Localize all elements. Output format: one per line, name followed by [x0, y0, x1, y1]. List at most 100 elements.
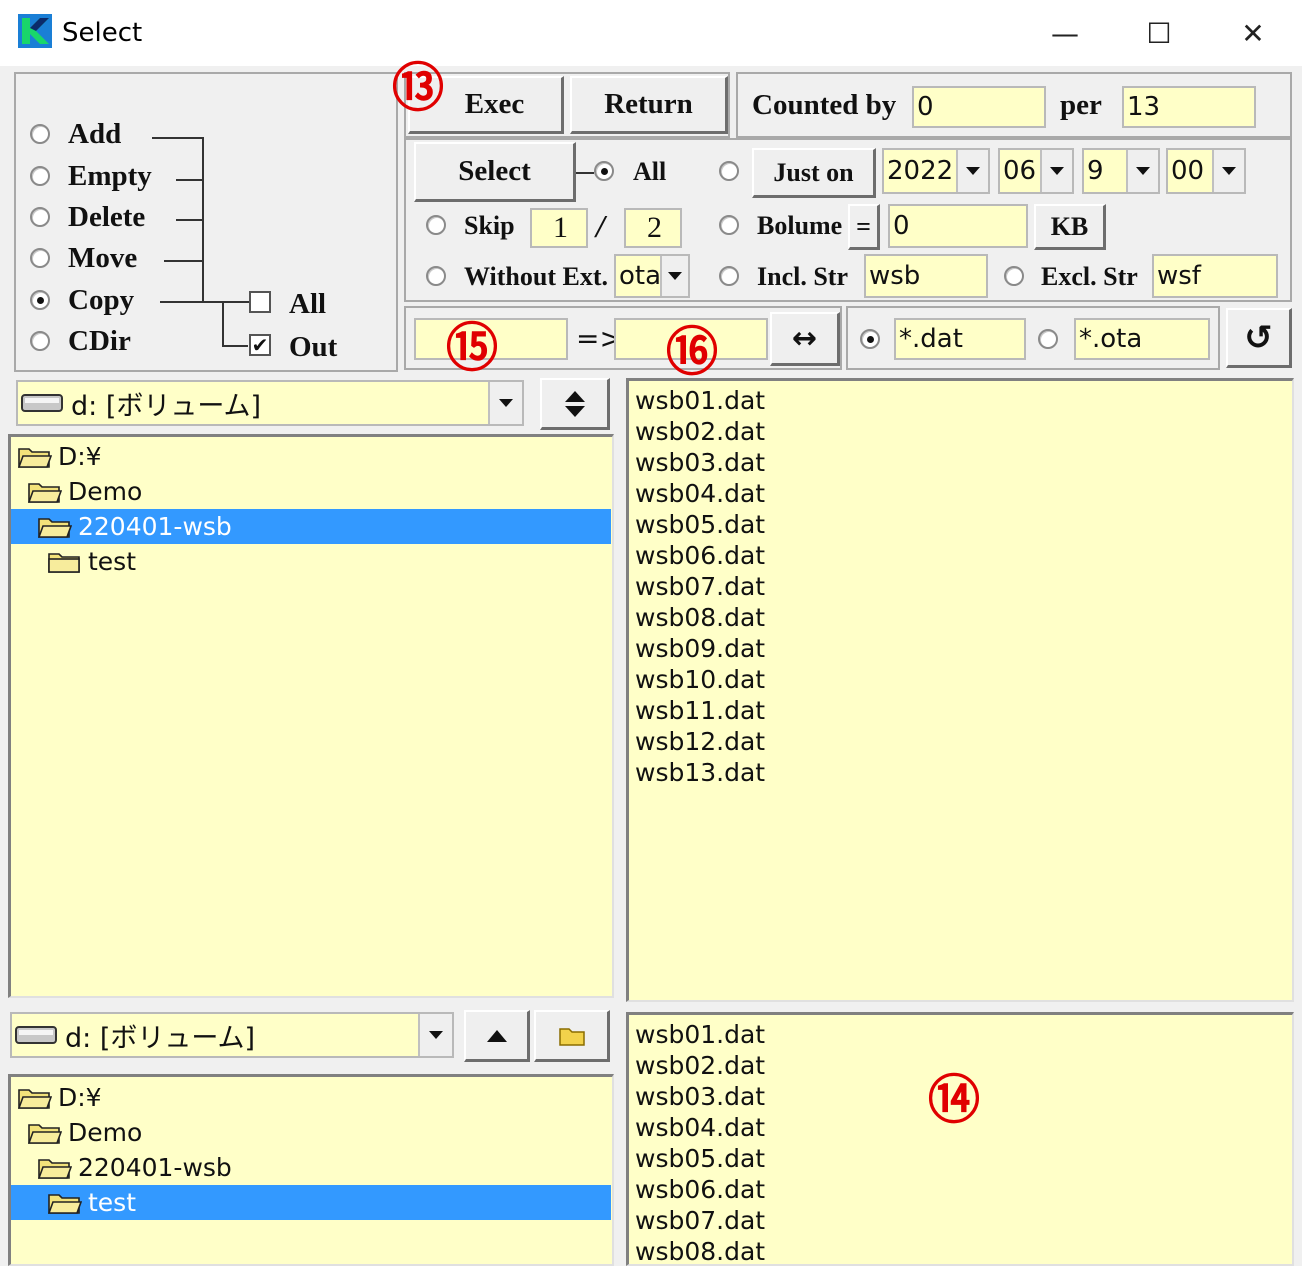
list-item[interactable]: wsb07.dat	[631, 571, 1292, 602]
without-ext-value: ota	[619, 261, 662, 291]
radio-move[interactable]	[30, 248, 50, 268]
checkbox-out[interactable]: ✔	[249, 334, 271, 356]
radio-empty[interactable]	[30, 166, 50, 186]
up-arrow-icon	[486, 1029, 507, 1042]
swap-dirs-button[interactable]	[540, 378, 610, 430]
tree-item[interactable]: 220401-wsb	[11, 1150, 611, 1185]
app-logo-icon	[18, 14, 52, 48]
list-item[interactable]: wsb03.dat	[631, 447, 1292, 478]
equals-button[interactable]: =	[848, 204, 880, 250]
folder-icon	[18, 1088, 52, 1109]
dropdown-arrow-icon[interactable]	[660, 256, 688, 296]
month-value: 06	[1003, 156, 1037, 186]
hour-select[interactable]: 00	[1166, 148, 1246, 194]
radio-excl[interactable]	[1004, 266, 1024, 286]
list-item[interactable]: wsb13.dat	[631, 757, 1292, 788]
connector-line	[576, 172, 594, 174]
list-item[interactable]: wsb02.dat	[631, 416, 1292, 447]
hour-value: 00	[1171, 156, 1205, 186]
radio-filter-ota[interactable]	[1038, 329, 1058, 349]
counted-by-input[interactable]: 0	[912, 86, 1046, 128]
op-cdir-label: CDir	[68, 325, 131, 357]
dropdown-arrow-icon[interactable]	[1212, 150, 1244, 192]
radio-copy[interactable]	[30, 290, 50, 310]
list-item[interactable]: wsb06.dat	[631, 540, 1292, 571]
dest-drive-select[interactable]: d: [ボリューム]	[10, 1012, 454, 1058]
tree-item[interactable]: test	[11, 544, 611, 579]
tree-item-label: 220401-wsb	[78, 1153, 232, 1182]
list-item[interactable]: wsb08.dat	[631, 1236, 1292, 1264]
day-select[interactable]: 9	[1082, 148, 1160, 194]
list-item[interactable]: wsb01.dat	[631, 1019, 1292, 1050]
radio-skip[interactable]	[426, 215, 446, 235]
tree-item[interactable]: D:¥	[11, 439, 611, 474]
just-on-button[interactable]: Just on	[752, 148, 876, 198]
select-button[interactable]: Select	[414, 142, 576, 202]
without-ext-label: Without Ext.	[464, 262, 608, 291]
list-item[interactable]: wsb04.dat	[631, 478, 1292, 509]
bolume-input[interactable]: 0	[888, 204, 1028, 248]
excl-input[interactable]: wsf	[1152, 254, 1278, 298]
annotation-15: ⑮	[446, 319, 499, 379]
list-item[interactable]: wsb09.dat	[631, 633, 1292, 664]
filter-ota-input[interactable]: *.ota	[1074, 318, 1210, 360]
refresh-button[interactable]: ↺	[1226, 308, 1292, 368]
list-item[interactable]: wsb11.dat	[631, 695, 1292, 726]
tree-item-label: D:¥	[58, 1083, 102, 1112]
list-item[interactable]: wsb05.dat	[631, 1143, 1292, 1174]
swap-button[interactable]: ↔	[770, 312, 840, 366]
dropdown-arrow-icon[interactable]	[1040, 150, 1072, 192]
per-input[interactable]: 13	[1122, 86, 1256, 128]
list-item[interactable]: wsb07.dat	[631, 1205, 1292, 1236]
kb-button[interactable]: KB	[1034, 204, 1106, 250]
all-label: All	[633, 157, 667, 186]
skip-b-input[interactable]: 2	[624, 208, 682, 248]
new-folder-button[interactable]	[534, 1010, 610, 1062]
list-item[interactable]: wsb05.dat	[631, 509, 1292, 540]
list-item[interactable]: wsb12.dat	[631, 726, 1292, 757]
radio-delete[interactable]	[30, 207, 50, 227]
tree-item[interactable]: Demo	[11, 1115, 611, 1150]
radio-all[interactable]	[594, 161, 614, 181]
radio-cdir[interactable]	[30, 331, 50, 351]
radio-just-on[interactable]	[719, 161, 739, 181]
drive-icon	[15, 1026, 57, 1044]
connector-line	[160, 301, 250, 303]
close-button[interactable]: ✕	[1206, 0, 1300, 66]
skip-a-input[interactable]: 1	[530, 208, 588, 248]
checkbox-all[interactable]	[249, 291, 271, 313]
radio-bolume[interactable]	[719, 215, 739, 235]
list-item[interactable]: wsb06.dat	[631, 1174, 1292, 1205]
without-ext-select[interactable]: ota	[614, 254, 690, 298]
tree-item-label: Demo	[68, 1118, 143, 1147]
tree-item[interactable]: Demo	[11, 474, 611, 509]
dropdown-arrow-icon[interactable]	[488, 382, 522, 424]
maximize-button[interactable]: ☐	[1112, 0, 1206, 66]
list-item[interactable]: wsb01.dat	[631, 385, 1292, 416]
radio-filter-dat[interactable]	[860, 329, 880, 349]
tree-item[interactable]: test	[11, 1185, 611, 1220]
minimize-button[interactable]: —	[1018, 0, 1112, 66]
year-select[interactable]: 2022	[882, 148, 990, 194]
dropdown-arrow-icon[interactable]	[418, 1014, 452, 1056]
month-select[interactable]: 06	[998, 148, 1074, 194]
radio-without-ext[interactable]	[426, 266, 446, 286]
dest-file-list[interactable]: wsb01.dat wsb02.dat wsb03.dat wsb04.dat …	[626, 1012, 1294, 1266]
source-drive-select[interactable]: d: [ボリューム]	[16, 380, 524, 426]
incl-input[interactable]: wsb	[864, 254, 988, 298]
dropdown-arrow-icon[interactable]	[1126, 150, 1158, 192]
op-copy-label: Copy	[68, 284, 135, 316]
tree-item[interactable]: D:¥	[11, 1080, 611, 1115]
annotation-16: ⑯	[666, 323, 719, 383]
tree-item[interactable]: 220401-wsb	[11, 509, 611, 544]
parent-dir-button[interactable]	[464, 1010, 530, 1062]
return-button[interactable]: Return	[570, 76, 728, 134]
list-item[interactable]: wsb08.dat	[631, 602, 1292, 633]
radio-add[interactable]	[30, 124, 50, 144]
dropdown-arrow-icon[interactable]	[956, 150, 988, 192]
radio-incl[interactable]	[719, 266, 739, 286]
filter-dat-input[interactable]: *.dat	[894, 318, 1026, 360]
list-item[interactable]: wsb10.dat	[631, 664, 1292, 695]
new-folder-icon	[558, 1027, 585, 1046]
source-file-list[interactable]: wsb01.dat wsb02.dat wsb03.dat wsb04.dat …	[626, 378, 1294, 1002]
